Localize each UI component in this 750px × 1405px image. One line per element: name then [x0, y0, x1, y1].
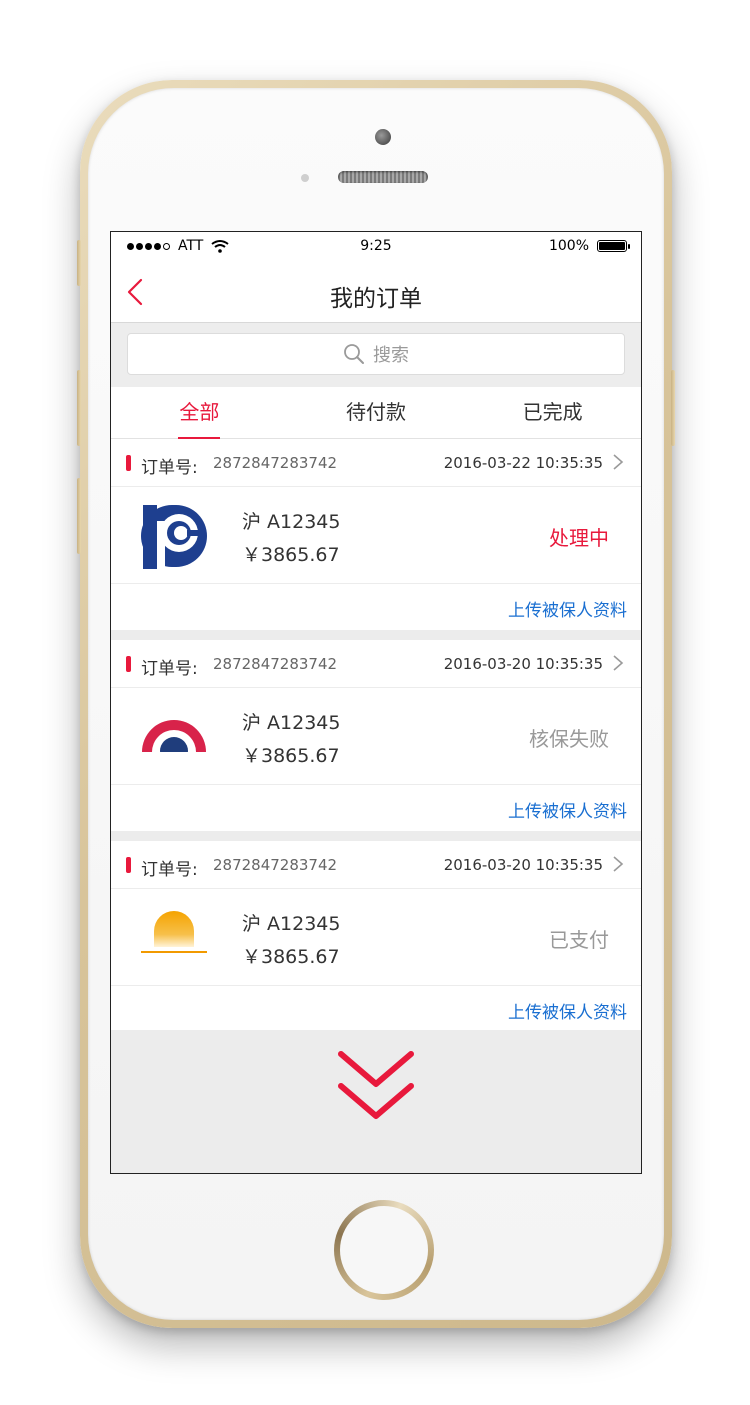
page-title: 我的订单 [330, 286, 422, 312]
wifi-icon [211, 240, 229, 253]
navigation-bar: 我的订单 [111, 262, 641, 323]
order-list: 订单号: 2872847283742 2016-03-22 10:35:35 沪… [111, 439, 641, 1042]
license-plate: 沪 A12345 [242, 712, 341, 734]
mute-switch [77, 240, 81, 286]
double-chevron-down-icon[interactable] [337, 1050, 415, 1124]
order-number-label: 订单号: [141, 659, 198, 679]
order-footer: 上传被保人资料 [111, 584, 641, 630]
order-header[interactable]: 订单号: 2872847283742 2016-03-22 10:35:35 [111, 439, 641, 487]
volume-up-button [77, 370, 81, 446]
order-number-label: 订单号: [141, 458, 198, 478]
carrier-name: ATT [178, 238, 204, 254]
chevron-right-icon [613, 655, 624, 671]
search-icon [344, 344, 364, 364]
home-button[interactable] [334, 1200, 434, 1300]
order-body[interactable]: 沪 A12345 ￥3865.67 处理中 [111, 487, 641, 584]
order-price: ￥3865.67 [242, 745, 340, 767]
order-body[interactable]: 沪 A12345 ￥3865.67 核保失败 [111, 688, 641, 785]
search-placeholder: 搜索 [373, 345, 409, 366]
volume-down-button [77, 478, 81, 554]
order-price: ￥3865.67 [242, 946, 340, 968]
app-screen: 9:25 ATT 100% 我的订单 搜索 全部 待付款 已完成 订单号: 28… [110, 231, 642, 1174]
order-number-label: 订单号: [141, 860, 198, 880]
order-number: 2872847283742 [213, 655, 338, 673]
chevron-right-icon [613, 454, 624, 470]
status-bar: 9:25 ATT 100% [111, 232, 641, 262]
order-card[interactable]: 订单号: 2872847283742 2016-03-20 10:35:35 沪… [111, 640, 641, 831]
proximity-sensor [301, 174, 309, 182]
chevron-left-icon [127, 278, 143, 306]
order-footer: 上传被保人资料 [111, 785, 641, 831]
license-plate: 沪 A12345 [242, 511, 341, 533]
order-header[interactable]: 订单号: 2872847283742 2016-03-20 10:35:35 [111, 841, 641, 889]
order-footer: 上传被保人资料 [111, 986, 641, 1032]
battery-percent: 100% [548, 238, 589, 254]
red-arch-logo [139, 720, 209, 772]
battery-icon [597, 240, 630, 252]
upload-insured-info-link[interactable]: 上传被保人资料 [508, 797, 627, 822]
order-time: 2016-03-20 10:35:35 [443, 655, 603, 673]
order-time: 2016-03-20 10:35:35 [443, 856, 603, 874]
order-status: 核保失败 [529, 727, 609, 751]
back-button[interactable] [119, 274, 155, 310]
tab-all[interactable]: 全部 [111, 387, 288, 439]
picc-logo [141, 505, 207, 569]
order-body[interactable]: 沪 A12345 ￥3865.67 已支付 [111, 889, 641, 986]
order-status: 已支付 [549, 928, 609, 952]
order-number: 2872847283742 [213, 454, 338, 472]
tab-completed[interactable]: 已完成 [464, 387, 641, 438]
order-card[interactable]: 订单号: 2872847283742 2016-03-20 10:35:35 沪… [111, 841, 641, 1032]
order-number: 2872847283742 [213, 856, 338, 874]
license-plate: 沪 A12345 [242, 913, 341, 935]
tab-pending-payment[interactable]: 待付款 [288, 387, 465, 438]
order-tabs: 全部 待付款 已完成 [111, 387, 641, 439]
upload-insured-info-link[interactable]: 上传被保人资料 [508, 596, 627, 621]
order-price: ￥3865.67 [242, 544, 340, 566]
order-header[interactable]: 订单号: 2872847283742 2016-03-20 10:35:35 [111, 640, 641, 688]
load-more-area[interactable] [111, 1030, 641, 1173]
order-time: 2016-03-22 10:35:35 [443, 454, 603, 472]
upload-insured-info-link[interactable]: 上传被保人资料 [508, 998, 627, 1023]
earpiece-speaker [338, 171, 428, 183]
signal-strength-icon [127, 242, 170, 250]
order-card[interactable]: 订单号: 2872847283742 2016-03-22 10:35:35 沪… [111, 439, 641, 630]
search-area: 搜索 [111, 323, 641, 387]
order-status: 处理中 [549, 526, 609, 550]
chevron-right-icon [613, 856, 624, 872]
order-marker [126, 455, 131, 471]
power-button [671, 370, 675, 446]
sunrise-logo [141, 911, 207, 953]
search-input[interactable]: 搜索 [127, 333, 625, 375]
order-marker [126, 656, 131, 672]
order-marker [126, 857, 131, 873]
front-camera [375, 129, 391, 145]
